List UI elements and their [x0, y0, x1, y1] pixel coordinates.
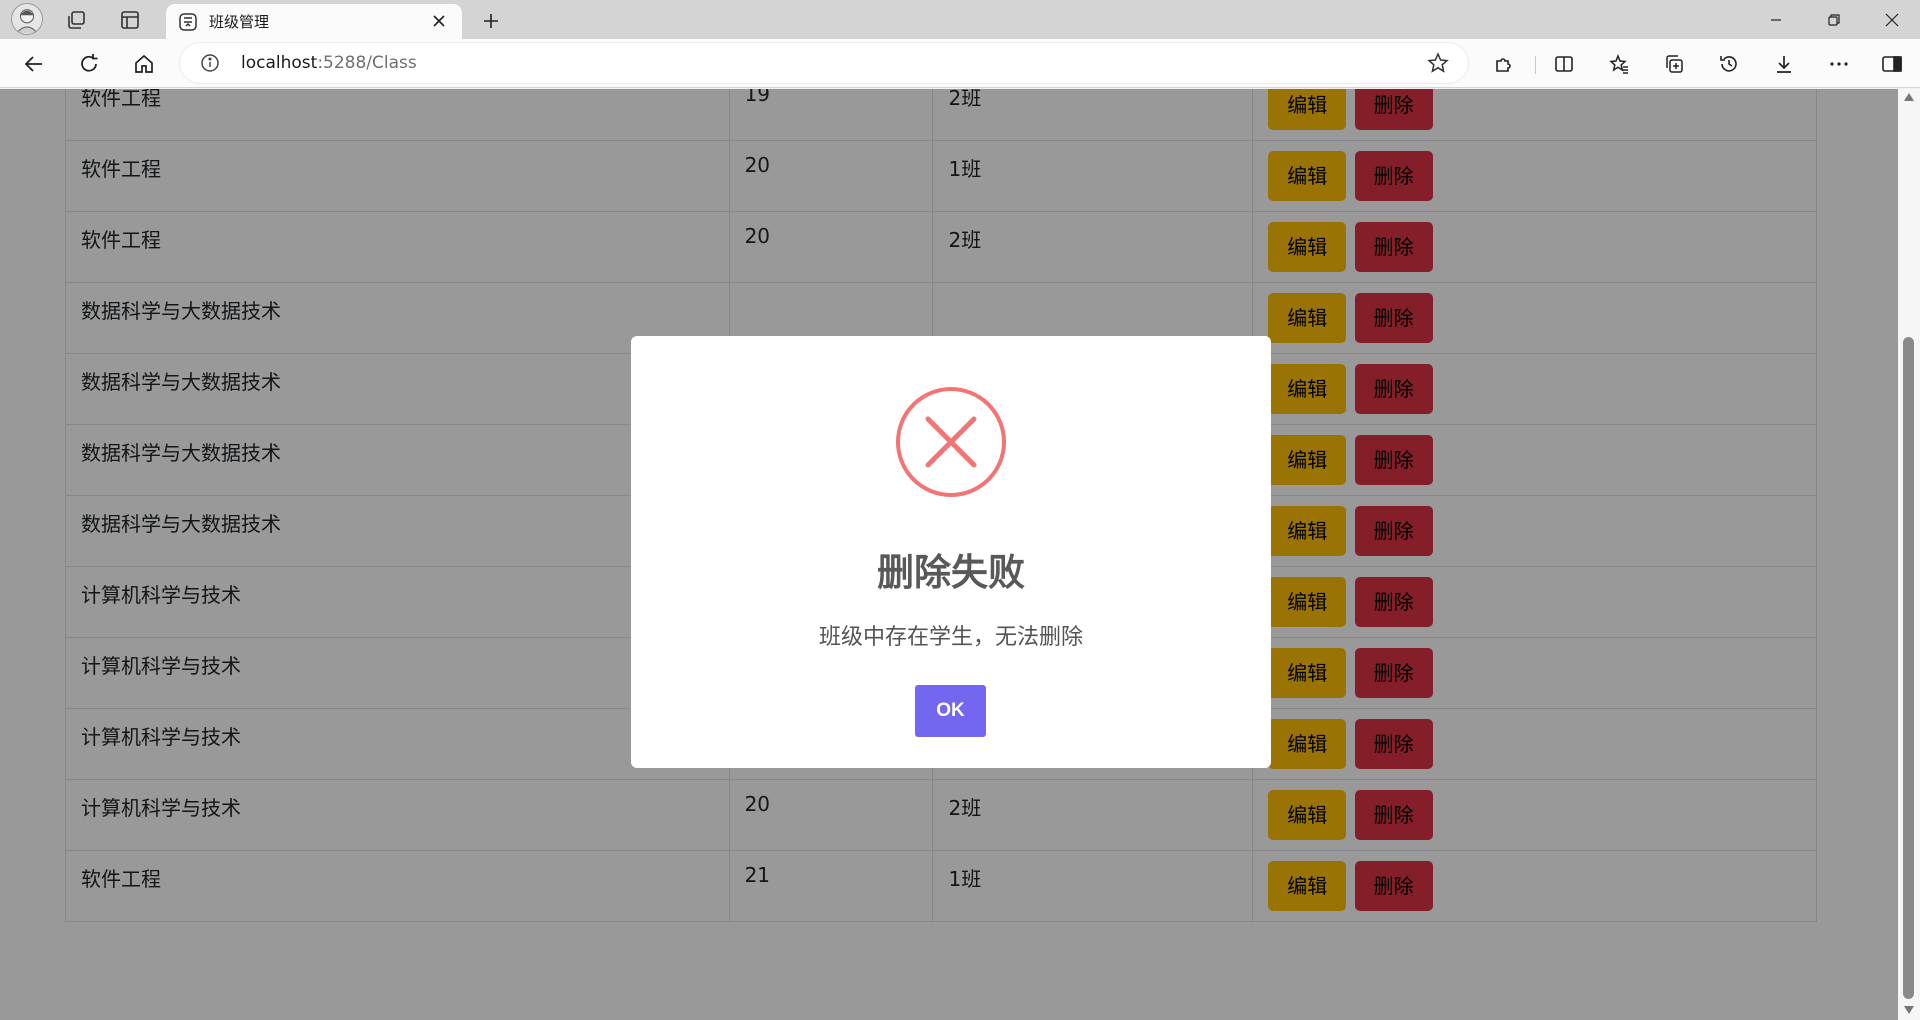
toolbar-divider [1535, 56, 1536, 74]
book-icon [178, 12, 198, 32]
sidebar-icon[interactable] [1876, 48, 1908, 80]
alert-dialog: 删除失败 班级中存在学生，无法删除 OK [631, 336, 1271, 768]
avatar-icon[interactable] [11, 3, 43, 35]
tab-active[interactable]: 班级管理 [166, 4, 462, 39]
url-host: localhost [241, 53, 318, 73]
info-icon[interactable] [200, 53, 220, 73]
alert-message: 班级中存在学生，无法删除 [818, 625, 1083, 650]
refresh-icon[interactable] [73, 48, 105, 80]
favorites-icon[interactable] [1603, 48, 1635, 80]
alert-title: 删除失败 [877, 551, 1025, 594]
history-icon[interactable] [1713, 48, 1745, 80]
minimize-icon[interactable] [1748, 0, 1804, 39]
tab-title: 班级管理 [209, 13, 270, 31]
tab-strip: 班级管理 [0, 0, 1920, 39]
scrollbar-thumb[interactable] [1903, 337, 1914, 999]
more-icon[interactable] [1823, 48, 1855, 80]
restore-icon[interactable] [1806, 0, 1862, 39]
puzzle-icon[interactable] [1488, 48, 1520, 80]
arrow-left-icon[interactable] [18, 48, 50, 80]
scroll-down-arrow-icon[interactable] [1904, 1006, 1914, 1014]
window-close-icon[interactable] [1864, 0, 1920, 39]
url-text: localhost:5288/Class [241, 53, 417, 73]
browser-toolbar: localhost:5288/Class [0, 39, 1920, 88]
address-bar[interactable]: localhost:5288/Class [180, 43, 1468, 83]
workspaces-icon[interactable] [61, 5, 91, 35]
scrollbar[interactable] [1898, 89, 1920, 1020]
download-icon[interactable] [1768, 48, 1800, 80]
ok-button[interactable]: OK [915, 685, 986, 737]
close-icon[interactable] [428, 10, 450, 32]
home-icon[interactable] [128, 48, 160, 80]
star-icon[interactable] [1426, 51, 1450, 75]
scroll-up-arrow-icon[interactable] [1904, 93, 1914, 101]
tab-actions-icon[interactable] [115, 5, 145, 35]
x-circle-icon [895, 386, 1007, 498]
url-path: :5288/Class [317, 53, 417, 73]
plus-icon[interactable] [477, 7, 505, 35]
split-screen-icon[interactable] [1548, 48, 1580, 80]
collections-icon[interactable] [1658, 48, 1690, 80]
